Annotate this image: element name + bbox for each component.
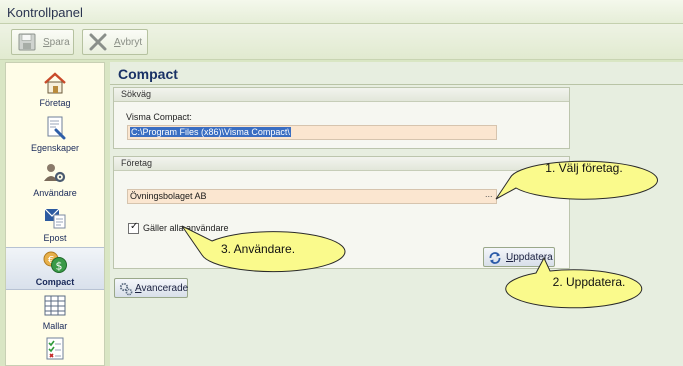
callout-3-text: 3. Användare. <box>220 242 296 256</box>
sidebar-item-foretag[interactable]: Företag <box>6 69 104 112</box>
company-select-field[interactable]: Övningsbolaget AB <box>127 189 497 204</box>
toolbar: Spara Avbryt <box>0 24 683 60</box>
refresh-icon <box>488 251 502 265</box>
sidebar-item-label: Egenskaper <box>30 143 80 153</box>
company-field-value: Övningsbolaget AB <box>130 191 207 201</box>
callout-2-text: 2. Uppdatera. <box>552 275 626 289</box>
path-group: Sökväg Visma Compact: C:\Program Files (… <box>113 87 570 149</box>
save-button-label: Spara <box>43 37 70 48</box>
sidebar-item-epost[interactable]: Epost <box>6 204 104 247</box>
company-group-title: Företag <box>121 158 153 168</box>
users-icon <box>42 161 68 185</box>
all-users-checkbox[interactable] <box>128 221 139 234</box>
properties-icon <box>42 116 68 140</box>
main-panel: Compact Sökväg Visma Compact: C:\Program… <box>110 62 683 366</box>
callout-1-text: 1. Välj företag. <box>545 161 623 175</box>
title-bar: Kontrollpanel <box>0 0 683 24</box>
callout-select-company: 1. Välj företag. <box>488 154 658 204</box>
cancel-button[interactable]: Avbryt <box>82 29 148 55</box>
gears-icon <box>119 282 133 296</box>
sidebar-item-mallar[interactable]: Mallar <box>6 292 104 335</box>
templates-icon <box>42 294 68 318</box>
sidebar-item-label: Företag <box>39 98 71 108</box>
sidebar-item-label: Mallar <box>42 321 68 331</box>
sidebar-item-anvandare[interactable]: Användare <box>6 159 104 202</box>
save-button[interactable]: Spara <box>11 29 74 55</box>
floppy-disk-icon <box>17 33 37 51</box>
sidebar: Företag Egenskaper Användare Epost € $ C… <box>5 62 105 366</box>
checklist-icon <box>42 337 68 361</box>
page-title: Compact <box>118 66 178 82</box>
sidebar-item-label: Compact <box>35 277 75 287</box>
sidebar-item-compact[interactable]: € $ Compact <box>6 247 104 290</box>
svg-text:$: $ <box>56 260 63 273</box>
sidebar-item-egenskaper[interactable]: Egenskaper <box>6 114 104 157</box>
advanced-button[interactable]: Avancerade <box>114 278 188 298</box>
visma-compact-path-field[interactable]: C:\Program Files (x86)\Visma Compact\ <box>127 125 497 140</box>
email-icon <box>42 206 68 230</box>
cancel-button-label: Avbryt <box>114 37 143 48</box>
path-field-value: C:\Program Files (x86)\Visma Compact\ <box>130 127 291 137</box>
sidebar-item-checklist[interactable] <box>6 335 104 366</box>
sidebar-item-label: Användare <box>33 188 77 198</box>
close-x-icon <box>88 33 108 51</box>
window-title: Kontrollpanel <box>7 5 83 20</box>
house-icon <box>42 71 68 95</box>
sidebar-item-label: Epost <box>43 233 67 243</box>
visma-compact-label: Visma Compact: <box>126 112 192 122</box>
path-group-header: Sökväg <box>114 88 569 102</box>
advanced-button-label: Avancerade <box>135 283 189 294</box>
callout-update: 2. Uppdatera. <box>505 256 665 309</box>
title-divider <box>110 84 683 85</box>
compact-money-icon: € $ <box>42 250 68 274</box>
callout-users: 3. Användare. <box>178 225 346 273</box>
path-group-title: Sökväg <box>121 89 152 99</box>
